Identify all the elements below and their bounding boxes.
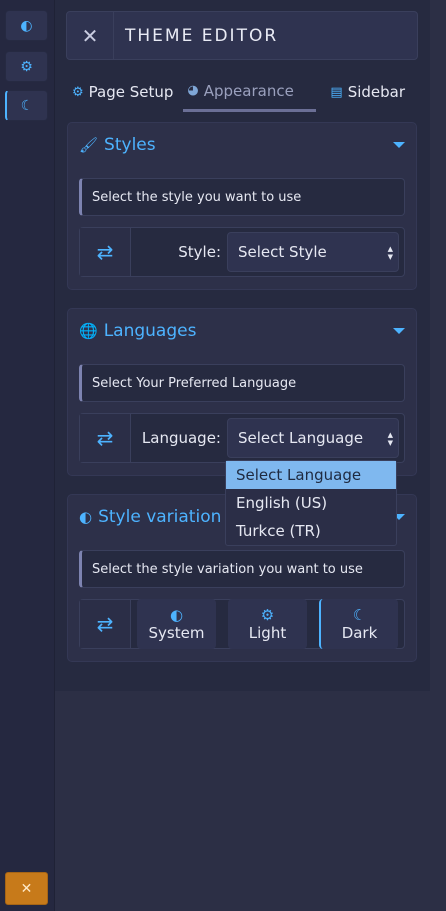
dropdown-option[interactable]: English (US)	[226, 489, 396, 517]
styles-title: Styles	[104, 135, 156, 155]
left-rail: ◐ ⚙ ☾ ✕	[0, 0, 55, 911]
swap-icon: ⇄	[80, 228, 131, 276]
select-arrows-icon: ▲ ▼	[387, 245, 393, 261]
variation-system-button[interactable]: ◐ System	[137, 599, 216, 649]
panel-header: ✕ THEME EDITOR	[66, 11, 418, 60]
language-select-row: ⇄ Language: Select Language ▲ ▼	[79, 413, 405, 463]
half-circle-icon: ◐	[79, 508, 93, 526]
swap-icon: ⇄	[80, 414, 131, 462]
variation-row: ⇄ ◐ System ⚙ Light ☾ Dark	[79, 599, 405, 649]
globe-icon: 🌐	[79, 322, 98, 340]
dark-mode-button[interactable]: ☾	[5, 90, 48, 121]
language-select[interactable]: Select Language ▲ ▼	[227, 418, 399, 458]
tab-label: Page Setup	[88, 83, 174, 101]
moon-icon: ☾	[352, 606, 367, 624]
variation-label: Light	[248, 624, 287, 642]
close-editor-button[interactable]: ✕	[67, 12, 114, 59]
variation-light-button[interactable]: ⚙ Light	[228, 599, 307, 649]
dropdown-option[interactable]: Turkce (TR)	[226, 517, 396, 545]
palette-icon: ◕	[187, 83, 199, 98]
close-rail-button[interactable]: ✕	[5, 872, 48, 905]
languages-card: 🌐 Languages Select Your Preferred Langua…	[67, 308, 417, 476]
languages-header[interactable]: 🌐 Languages	[79, 319, 405, 343]
close-icon: ✕	[20, 880, 33, 897]
languages-title: Languages	[103, 321, 197, 341]
gears-icon: ⚙	[72, 84, 84, 100]
close-icon: ✕	[81, 23, 99, 48]
styles-card: 🖌 Styles Select the style you want to us…	[67, 122, 417, 290]
variation-label: Dark	[341, 624, 378, 642]
settings-button[interactable]: ⚙	[5, 51, 48, 82]
style-select[interactable]: Select Style ▲ ▼	[227, 232, 399, 272]
style-select-value: Select Style	[238, 243, 327, 261]
tab-sidebar[interactable]: ▤ Sidebar	[326, 72, 409, 112]
variation-dark-button[interactable]: ☾ Dark	[319, 599, 398, 649]
chevron-down-icon[interactable]	[393, 328, 405, 334]
contrast-button[interactable]: ◐	[5, 10, 48, 41]
styles-header[interactable]: 🖌 Styles	[79, 133, 405, 157]
list-icon: ▤	[330, 84, 343, 100]
half-circle-icon: ◐	[20, 17, 33, 34]
language-dropdown: Select Language English (US) Turkce (TR)	[225, 460, 397, 546]
panel-title: THEME EDITOR	[125, 25, 279, 46]
select-arrows-icon: ▲ ▼	[387, 431, 393, 447]
tab-appearance[interactable]: ◕ Appearance	[183, 72, 317, 112]
swap-icon: ⇄	[80, 600, 131, 648]
tab-label: Appearance	[203, 81, 294, 100]
tab-page-setup[interactable]: ⚙ Page Setup	[68, 72, 177, 112]
moon-icon: ☾	[20, 97, 34, 114]
theme-editor-panel: ✕ THEME EDITOR ⚙ Page Setup ◕ Appearance…	[55, 0, 430, 691]
brush-icon: 🖌	[79, 136, 99, 154]
gear-icon: ⚙	[20, 58, 33, 75]
tab-label: Sidebar	[347, 83, 406, 101]
language-select-value: Select Language	[238, 429, 364, 447]
tab-bar: ⚙ Page Setup ◕ Appearance ▤ Sidebar	[66, 72, 418, 112]
dropdown-option[interactable]: Select Language	[226, 461, 396, 489]
variation-description: Select the style variation you want to u…	[79, 550, 405, 588]
half-circle-icon: ◐	[169, 606, 184, 624]
language-label: Language:	[141, 429, 221, 447]
variation-label: System	[148, 624, 205, 642]
style-label: Style:	[178, 243, 221, 261]
languages-description: Select Your Preferred Language	[79, 364, 405, 402]
chevron-down-icon[interactable]	[393, 142, 405, 148]
style-select-row: ⇄ Style: Select Style ▲ ▼	[79, 227, 405, 277]
variation-title: Style variation	[98, 507, 222, 527]
gear-icon: ⚙	[260, 606, 275, 624]
styles-description: Select the style you want to use	[79, 178, 405, 216]
